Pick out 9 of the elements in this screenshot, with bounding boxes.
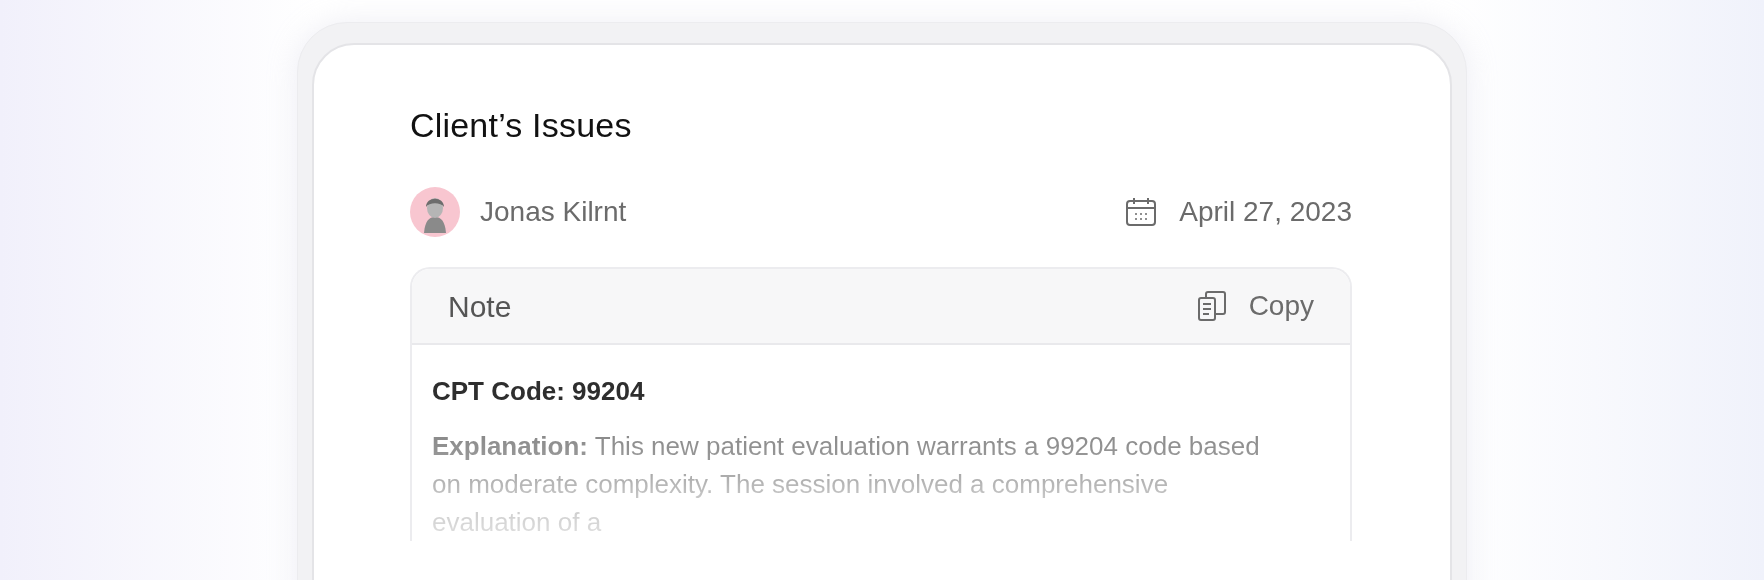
calendar-icon	[1125, 197, 1158, 227]
cpt-code-heading: CPT Code: 99204	[432, 375, 646, 407]
note-label: Note	[448, 288, 512, 325]
card-title: Client’s Issues	[410, 105, 633, 145]
copy-icon	[1196, 290, 1227, 322]
copy-button[interactable]: Copy	[1196, 285, 1314, 327]
author-name: Jonas Kilrnt	[480, 195, 627, 229]
avatar-icon	[410, 187, 460, 237]
date-text: April 27, 2023	[1179, 195, 1352, 229]
